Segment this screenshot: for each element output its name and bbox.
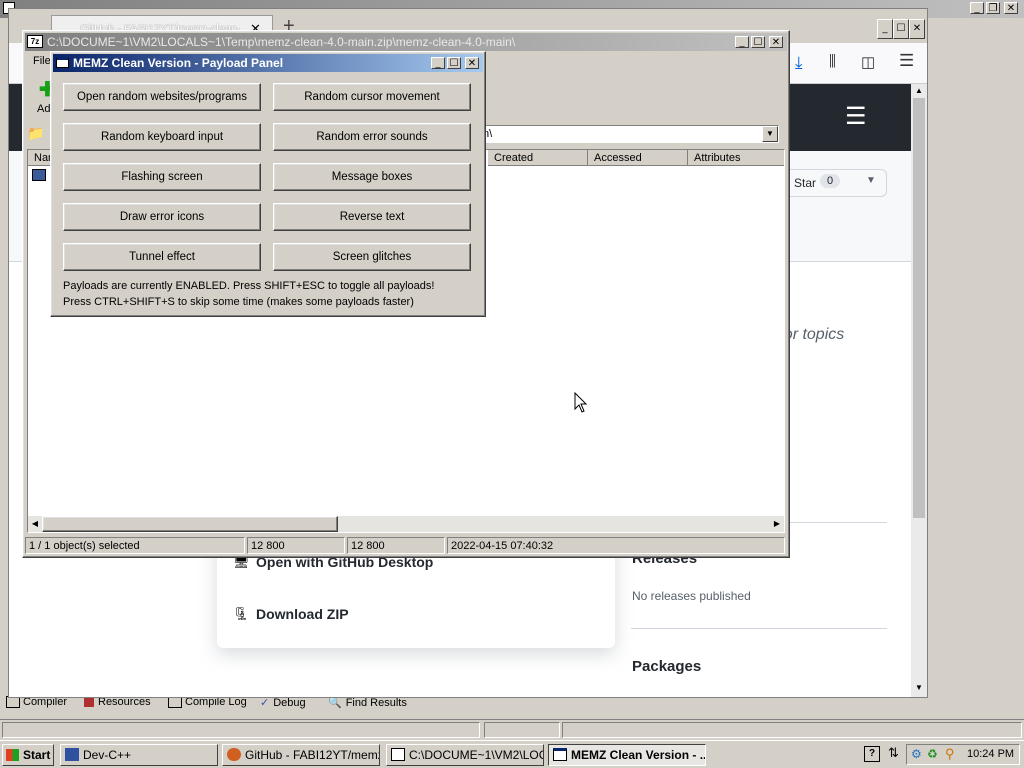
status-modified: 2022-04-15 07:40:32 [447, 537, 785, 554]
exe-file-icon [32, 169, 46, 181]
taskbar-item-7zip[interactable]: C:\DOCUME~1\VM2\LOC... [386, 744, 544, 766]
devcpp-statusbar [0, 719, 1024, 738]
zip-title: C:\DOCUME~1\VM2\LOCALS~1\Temp\memz-clean… [47, 35, 516, 49]
payload-panel-window: MEMZ Clean Version - Payload Panel _ ☐ ✕… [50, 51, 486, 317]
help-icon[interactable]: ? [864, 746, 880, 762]
menu-icon[interactable]: ☰ [899, 51, 914, 71]
payload-panel-titlebar[interactable]: MEMZ Clean Version - Payload Panel [53, 54, 483, 72]
memz-icon [553, 748, 567, 761]
divider [631, 628, 887, 629]
debug-icon: ✓ [260, 697, 270, 709]
open-random-websites-button[interactable]: Open random websites/programs [63, 83, 261, 111]
devcpp-restore-button[interactable]: ❐ [986, 2, 1000, 14]
chevron-down-icon[interactable]: ▼ [866, 175, 876, 186]
devcpp-bottom-tabs: Compiler Resources Compile Log ✓ Debug 🔍 F… [6, 696, 426, 710]
file-row[interactable] [30, 167, 50, 183]
up-folder-button[interactable]: 📁 [27, 125, 45, 143]
status-pane [484, 722, 560, 738]
library-icon[interactable]: ⫼ [829, 53, 836, 70]
random-error-sounds-button[interactable]: Random error sounds [273, 123, 471, 151]
zip-statusbar: 1 / 1 object(s) selected 12 800 12 800 2… [25, 537, 787, 555]
panel-close-button[interactable]: ✕ [465, 57, 479, 69]
devcpp-icon [65, 748, 79, 761]
scroll-up-arrow[interactable]: ▲ [911, 84, 927, 98]
firefox-icon [227, 748, 241, 761]
taskbar-item-devcpp[interactable]: Dev-C++ [60, 744, 218, 766]
network-icon[interactable]: ⇅ [888, 745, 899, 761]
find-results-icon: 🔍 [328, 697, 342, 709]
horizontal-scrollbar[interactable]: ◀ ▶ [28, 516, 784, 532]
col-accessed[interactable]: Accessed [588, 150, 688, 166]
devcpp-close-button[interactable]: ✕ [1004, 2, 1018, 14]
status-size: 12 800 [247, 537, 345, 554]
window-app-icon [56, 57, 69, 68]
star-count: 0 [820, 174, 841, 188]
panel-maximize-button[interactable]: ☐ [447, 57, 461, 69]
scroll-left-arrow[interactable]: ◀ [28, 516, 42, 532]
random-keyboard-input-button[interactable]: Random keyboard input [63, 123, 261, 151]
taskbar-item-github[interactable]: GitHub - FABI12YT/memz... [222, 744, 380, 766]
browser-maximize-button[interactable]: ☐ [893, 19, 909, 39]
tunnel-effect-button[interactable]: Tunnel effect [63, 243, 261, 271]
flashing-screen-button[interactable]: Flashing screen [63, 163, 261, 191]
system-tray: ⚙ ♻ ⚲ 10:24 PM [906, 744, 1020, 765]
zip-close-button[interactable]: ✕ [769, 36, 783, 48]
7zip-icon [391, 748, 405, 761]
scroll-down-arrow[interactable]: ▼ [911, 681, 927, 695]
scroll-thumb[interactable] [913, 98, 925, 518]
browser-minimize-button[interactable]: _ [877, 19, 893, 39]
payload-panel-title: MEMZ Clean Version - Payload Panel [73, 56, 284, 70]
status-pane [2, 722, 480, 738]
scroll-right-arrow[interactable]: ▶ [770, 516, 784, 532]
clock: 10:24 PM [967, 748, 1015, 760]
windows-logo-icon [6, 749, 19, 761]
download-icon[interactable]: ⤓ [795, 53, 803, 73]
panel-minimize-button[interactable]: _ [431, 57, 445, 69]
zip-titlebar[interactable]: 7z C:\DOCUME~1\VM2\LOCALS~1\Temp\memz-cl… [25, 33, 787, 51]
folder-up-icon: 📁 [27, 125, 45, 141]
status-selected: 1 / 1 object(s) selected [25, 537, 245, 554]
devcpp-minimize-button[interactable]: _ [970, 2, 984, 14]
payload-status-line2: Press CTRL+SHIFT+S to skip some time (ma… [63, 296, 414, 308]
star-button[interactable]: Star 0 ▼ [779, 169, 887, 197]
message-boxes-button[interactable]: Message boxes [273, 163, 471, 191]
taskbar: Start Dev-C++ GitHub - FABI12YT/memz... … [0, 740, 1024, 768]
mouse-cursor-icon [574, 392, 588, 413]
random-cursor-movement-button[interactable]: Random cursor movement [273, 83, 471, 111]
releases-text: No releases published [632, 589, 751, 603]
tray-search-icon[interactable]: ⚲ [945, 746, 955, 762]
resources-icon [84, 697, 94, 708]
draw-error-icons-button[interactable]: Draw error icons [63, 203, 261, 231]
status-packed: 12 800 [347, 537, 445, 554]
download-zip-label: Download ZIP [256, 606, 349, 622]
browser-close-button[interactable]: ✕ [909, 19, 925, 39]
packages-title[interactable]: Packages [632, 658, 701, 675]
taskbar-item-memz[interactable]: MEMZ Clean Version - ... [548, 744, 706, 766]
address-combobox[interactable]: n\ ▼ [479, 125, 779, 143]
col-attributes[interactable]: Attributes [688, 150, 784, 166]
zip-maximize-button[interactable]: ☐ [751, 36, 765, 48]
start-button[interactable]: Start [2, 744, 54, 766]
reverse-text-button[interactable]: Reverse text [273, 203, 471, 231]
7zip-app-icon: 7z [27, 35, 43, 48]
browser-scrollbar[interactable]: ▲ ▼ [911, 84, 927, 697]
download-zip-item[interactable]: 🗜 Download ZIP [233, 604, 603, 626]
zip-icon: 🗜 [233, 606, 250, 621]
col-created[interactable]: Created [488, 150, 588, 166]
add-label: Ad [37, 103, 51, 115]
h-scroll-thumb[interactable] [42, 516, 338, 532]
zip-minimize-button[interactable]: _ [735, 36, 749, 48]
tray-recycle-icon[interactable]: ♻ [927, 747, 938, 761]
star-label: Star [794, 176, 817, 190]
address-dropdown-button[interactable]: ▼ [762, 126, 778, 142]
tray-tool-icon[interactable]: ⚙ [911, 747, 922, 761]
payload-status-line1: Payloads are currently ENABLED. Press SH… [63, 280, 435, 292]
status-pane [562, 722, 1022, 738]
sidebar-icon[interactable]: ◫ [861, 53, 875, 71]
hamburger-icon[interactable]: ☰ [845, 102, 867, 131]
screen-glitches-button[interactable]: Screen glitches [273, 243, 471, 271]
zip-menu-file[interactable]: File [33, 55, 51, 67]
